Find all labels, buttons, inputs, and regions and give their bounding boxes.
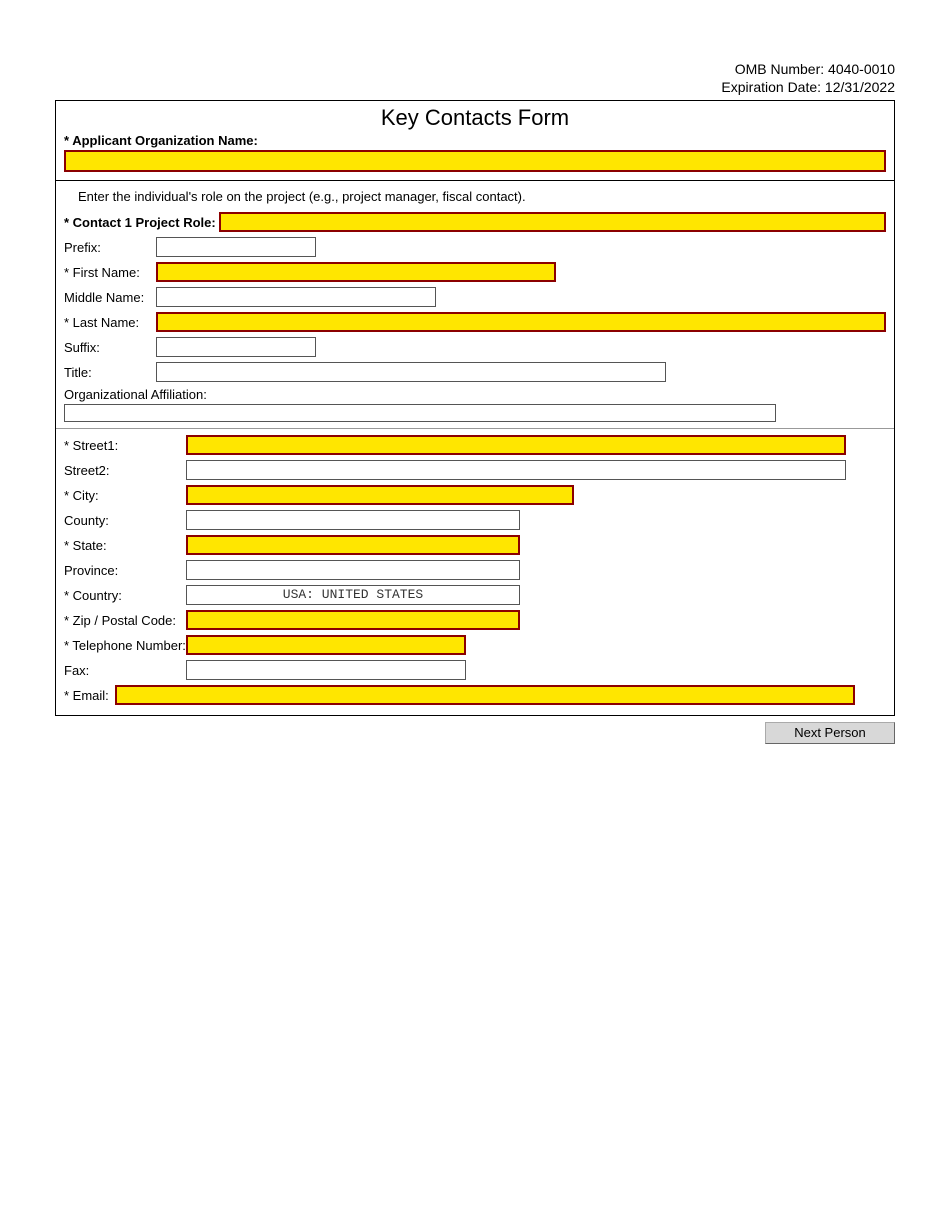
- expiration-date: Expiration Date: 12/31/2022: [55, 78, 895, 96]
- province-input[interactable]: [186, 560, 520, 580]
- applicant-org-label: * Applicant Organization Name:: [64, 133, 886, 148]
- street2-label: Street2:: [64, 463, 186, 478]
- suffix-label: Suffix:: [64, 340, 156, 355]
- next-person-button[interactable]: Next Person: [765, 722, 895, 744]
- zip-input[interactable]: [186, 610, 520, 630]
- project-role-label: * Contact 1 Project Role:: [64, 215, 219, 230]
- email-input[interactable]: [115, 685, 855, 705]
- zip-label: * Zip / Postal Code:: [64, 613, 186, 628]
- city-label: * City:: [64, 488, 186, 503]
- prefix-input[interactable]: [156, 237, 316, 257]
- fax-input[interactable]: [186, 660, 466, 680]
- first-name-input[interactable]: [156, 262, 556, 282]
- section-divider: [56, 428, 894, 429]
- first-name-label: * First Name:: [64, 265, 156, 280]
- email-label: * Email:: [64, 688, 109, 703]
- phone-label: * Telephone Number:: [64, 638, 186, 653]
- suffix-input[interactable]: [156, 337, 316, 357]
- city-input[interactable]: [186, 485, 574, 505]
- county-label: County:: [64, 513, 186, 528]
- form-container: Key Contacts Form * Applicant Organizati…: [55, 100, 895, 716]
- org-affiliation-input[interactable]: [64, 404, 776, 422]
- omb-number: OMB Number: 4040-0010: [55, 60, 895, 78]
- fax-label: Fax:: [64, 663, 186, 678]
- province-label: Province:: [64, 563, 186, 578]
- last-name-label: * Last Name:: [64, 315, 156, 330]
- middle-name-input[interactable]: [156, 287, 436, 307]
- form-title: Key Contacts Form: [56, 101, 894, 131]
- state-label: * State:: [64, 538, 186, 553]
- country-input[interactable]: USA: UNITED STATES: [186, 585, 520, 605]
- street2-input[interactable]: [186, 460, 846, 480]
- street1-input[interactable]: [186, 435, 846, 455]
- project-role-input[interactable]: [219, 212, 886, 232]
- applicant-org-input[interactable]: [64, 150, 886, 172]
- state-input[interactable]: [186, 535, 520, 555]
- title-label: Title:: [64, 365, 156, 380]
- middle-name-label: Middle Name:: [64, 290, 156, 305]
- meta-block: OMB Number: 4040-0010 Expiration Date: 1…: [55, 60, 895, 96]
- org-affiliation-label: Organizational Affiliation:: [64, 387, 207, 402]
- phone-input[interactable]: [186, 635, 466, 655]
- last-name-input[interactable]: [156, 312, 886, 332]
- county-input[interactable]: [186, 510, 520, 530]
- role-instruction: Enter the individual's role on the proje…: [78, 189, 886, 204]
- street1-label: * Street1:: [64, 438, 186, 453]
- title-input[interactable]: [156, 362, 666, 382]
- country-label: * Country:: [64, 588, 186, 603]
- prefix-label: Prefix:: [64, 240, 156, 255]
